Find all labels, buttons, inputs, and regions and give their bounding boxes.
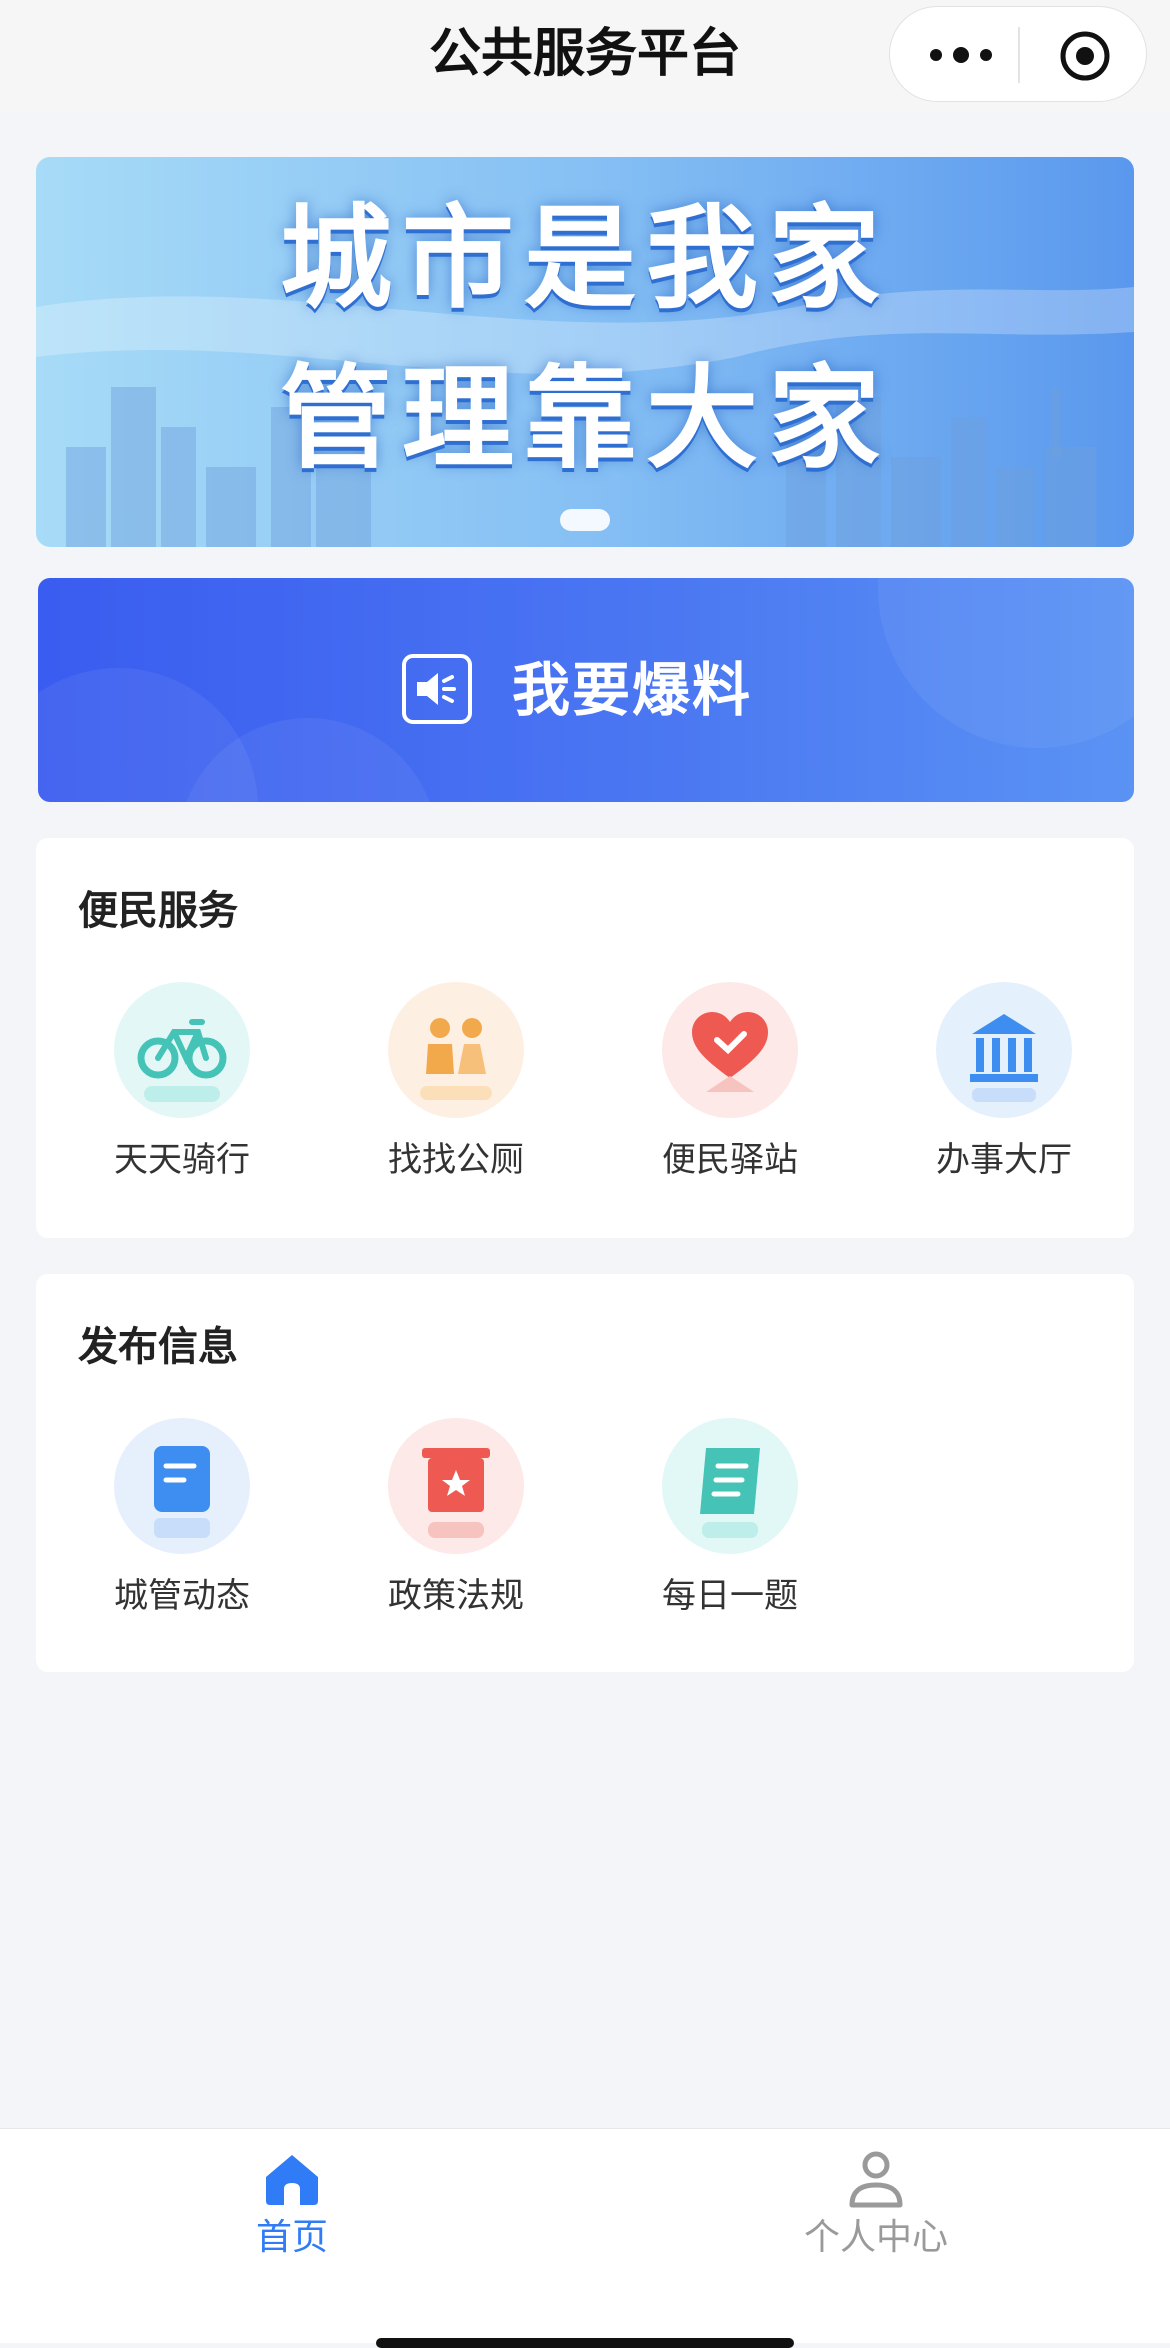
restroom-icon	[388, 982, 524, 1118]
service-label: 办事大厅	[936, 1140, 1072, 1180]
report-button[interactable]: 我要爆料	[38, 578, 1134, 802]
service-label: 天天骑行	[114, 1140, 250, 1180]
bicycle-icon	[114, 982, 250, 1118]
tab-label: 个人中心	[803, 2217, 948, 2258]
tab-label: 首页	[255, 2217, 328, 2258]
document-icon	[114, 1418, 250, 1554]
tab-bar: 首页 个人中心	[0, 2128, 1170, 2343]
report-label: 我要爆料	[512, 656, 753, 724]
tab-profile[interactable]: 个人中心	[726, 2149, 1026, 2261]
convenience-services-card: 便民服务 天天骑行 找找公厕 便民驿站 办事大厅	[36, 838, 1134, 1238]
user-icon	[849, 2151, 903, 2208]
info-item-news[interactable]: 城管动态	[82, 1418, 282, 1618]
home-icon	[266, 2155, 318, 2205]
info-label: 城管动态	[114, 1576, 250, 1616]
service-label: 找找公厕	[388, 1140, 524, 1180]
info-item-daily-quiz[interactable]: 每日一题	[630, 1418, 830, 1618]
daily-quiz-icon	[662, 1418, 798, 1554]
capsule-divider	[1018, 27, 1020, 83]
service-item-restroom[interactable]: 找找公厕	[356, 982, 556, 1182]
service-label: 便民驿站	[662, 1140, 798, 1180]
tab-home[interactable]: 首页	[142, 2149, 442, 2261]
banner-carousel[interactable]: 城市是我家 管理靠大家	[36, 157, 1134, 547]
mini-program-capsule	[889, 6, 1147, 102]
banner-slogan-line2: 管理靠大家	[280, 354, 890, 484]
policy-scroll-icon	[388, 1418, 524, 1554]
government-building-icon	[936, 982, 1072, 1118]
heart-icon	[662, 982, 798, 1118]
service-item-hall[interactable]: 办事大厅	[904, 982, 1104, 1182]
banner-slogan-line1: 城市是我家	[280, 194, 890, 324]
section-title: 便民服务	[78, 888, 238, 934]
carousel-indicator	[560, 509, 610, 531]
info-label: 政策法规	[388, 1576, 524, 1616]
more-icon[interactable]	[926, 37, 996, 73]
info-item-policy[interactable]: 政策法规	[356, 1418, 556, 1618]
nav-bar: 公共服务平台	[0, 0, 1170, 112]
service-item-station[interactable]: 便民驿站	[630, 982, 830, 1182]
publish-info-card: 发布信息 城管动态 政策法规 每日一题	[36, 1274, 1134, 1672]
home-indicator	[376, 2338, 794, 2348]
service-item-cycling[interactable]: 天天骑行	[82, 982, 282, 1182]
section-title: 发布信息	[78, 1324, 238, 1370]
close-target-icon[interactable]	[1058, 29, 1112, 83]
info-label: 每日一题	[662, 1576, 798, 1616]
megaphone-icon	[402, 654, 472, 724]
decorative-bubble	[878, 578, 1134, 748]
